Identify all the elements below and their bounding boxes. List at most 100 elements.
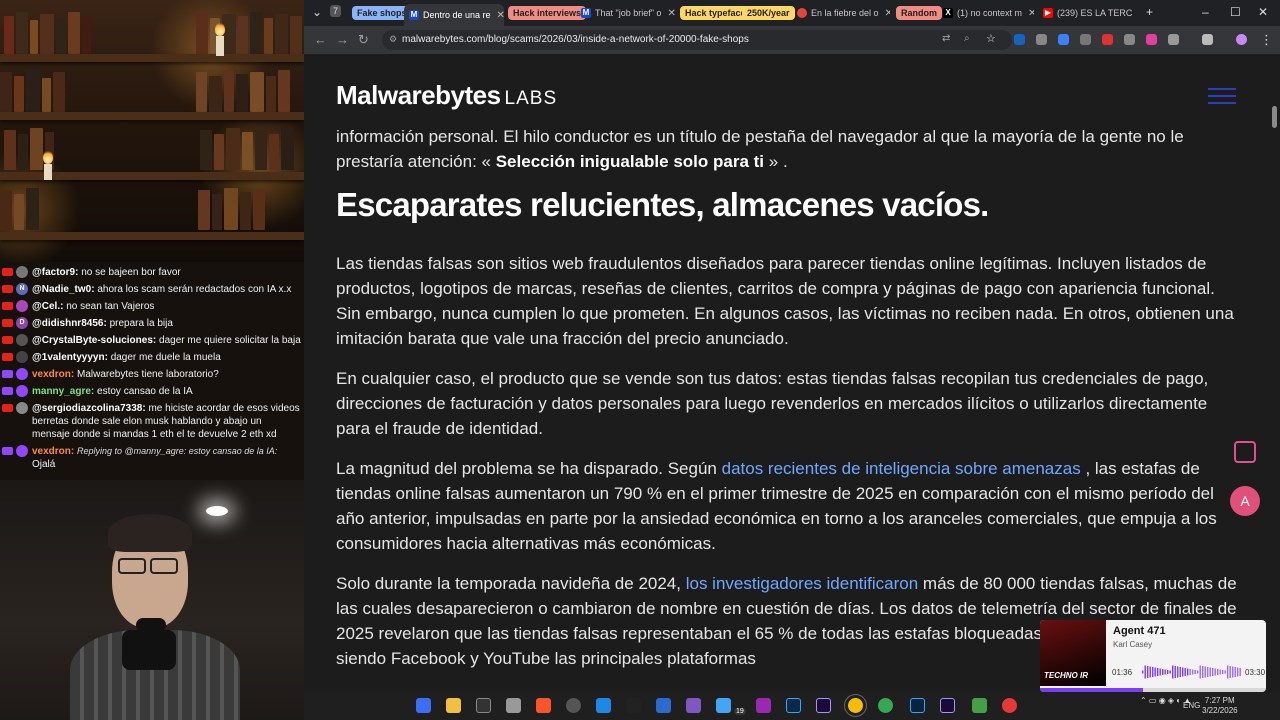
waveform[interactable] — [1142, 665, 1242, 679]
tab-active-article[interactable]: M Dentro de una re ✕ — [404, 4, 504, 26]
tab-group-random[interactable]: Random — [896, 6, 942, 20]
tab-job-brief[interactable]: M That "job brief" o ✕ — [576, 4, 676, 22]
threat-intel-link[interactable]: datos recientes de inteligencia sobre am… — [722, 459, 1081, 478]
browser-toolbar: ← → ↻ ⚙ malwarebytes.com/blog/scams/2026… — [304, 26, 1280, 54]
ai-widget-icon[interactable] — [1234, 441, 1256, 463]
profile-avatar-icon[interactable] — [1236, 34, 1247, 45]
total-time: 03:30 — [1245, 668, 1266, 677]
extensions-puzzle-icon[interactable] — [1168, 34, 1179, 45]
waveform-bar — [1214, 668, 1216, 676]
researchers-link[interactable]: los investigadores identificaron — [686, 574, 918, 593]
todo-icon[interactable] — [716, 698, 731, 713]
scrollbar[interactable] — [1270, 56, 1278, 690]
site-info-icon[interactable]: ⚙ — [389, 34, 397, 45]
waveform-bar — [1152, 667, 1154, 677]
extension-icon[interactable] — [1124, 34, 1135, 45]
now-playing-widget: TECHNO IR Agent 471 Karl Casey 01:36 03:… — [1040, 620, 1266, 692]
waveform-bar — [1169, 670, 1171, 674]
tab-no-context[interactable]: X (1) no context m ✕ — [938, 4, 1034, 22]
chat-text: ahora los scam serán redactados con IA x… — [97, 284, 292, 295]
photoshop-icon[interactable] — [786, 698, 801, 713]
chrome-profile-icon[interactable] — [878, 698, 893, 713]
avatar — [16, 402, 28, 414]
reload-icon[interactable]: ↻ — [358, 32, 369, 48]
visual-studio-icon[interactable] — [686, 698, 701, 713]
waveform-bar — [1149, 666, 1151, 678]
brave-browser-icon[interactable] — [536, 698, 551, 713]
tab-fiebre[interactable]: En la fiebre del o ✕ — [792, 4, 890, 22]
hamburger-menu-icon[interactable] — [1208, 88, 1236, 108]
chat-text: estoy cansao de la IA — [97, 386, 193, 397]
chat-message: @1valentyyyyn: dager me duele la muela — [0, 349, 304, 366]
chat-text: dager me quiere solicitar la baja — [159, 335, 301, 346]
extension-icon[interactable] — [1058, 34, 1069, 45]
sidebar-icon[interactable] — [1202, 34, 1213, 45]
waveform-bar — [1147, 666, 1149, 678]
vscode-icon[interactable] — [596, 698, 611, 713]
chat-message: @sergiodiazcolina7338: me hiciste acorda… — [0, 400, 304, 443]
twitch-icon — [2, 387, 13, 395]
chrome-icon[interactable] — [844, 694, 867, 717]
intro-paragraph: información personal. El hilo conductor … — [336, 124, 1241, 174]
app-icon[interactable] — [656, 698, 671, 713]
zoom-icon[interactable]: ⌕ — [964, 33, 970, 44]
app-icon[interactable] — [626, 698, 641, 713]
waveform-bar — [1202, 666, 1204, 678]
clock[interactable]: 7:27 PM 3/22/2026 — [1202, 696, 1238, 716]
bookshelf-background — [0, 0, 304, 262]
lightroom-icon[interactable] — [910, 698, 925, 713]
close-tab-icon[interactable]: ✕ — [667, 8, 675, 19]
tab-strip: ⌄ 7 Fake shops M Dentro de una re ✕ Hack… — [304, 0, 1280, 26]
waveform-bar — [1209, 667, 1211, 677]
close-tab-icon[interactable]: ✕ — [1028, 8, 1034, 19]
app-icon[interactable] — [1002, 698, 1017, 713]
extension-icon[interactable] — [1036, 34, 1047, 45]
extension-icon[interactable] — [1014, 34, 1025, 45]
current-time: 01:36 — [1112, 668, 1133, 677]
site-logo[interactable]: Malwarebytes LABS — [336, 80, 557, 111]
extension-icon[interactable] — [1146, 34, 1157, 45]
file-explorer-icon[interactable] — [446, 698, 461, 713]
after-effects-icon[interactable] — [816, 698, 831, 713]
avatar — [16, 368, 28, 380]
app-icon[interactable] — [972, 698, 987, 713]
close-window-icon[interactable]: ✕ — [1258, 5, 1268, 19]
tab-youtube[interactable]: ▶ (239) ES LA TERC ✕ — [1038, 4, 1138, 22]
search-icon[interactable] — [416, 698, 431, 713]
minimize-icon[interactable]: – — [1202, 5, 1209, 19]
premiere-icon[interactable] — [940, 698, 955, 713]
track-artist: Karl Casey — [1113, 640, 1153, 649]
translate-widget-icon[interactable]: A — [1230, 486, 1260, 516]
back-icon[interactable]: ← — [314, 32, 327, 47]
close-tab-icon[interactable]: ✕ — [885, 8, 890, 19]
app-icon[interactable] — [756, 698, 771, 713]
chat-username: @Nadie_tw0: — [32, 284, 95, 295]
obs-icon[interactable] — [566, 698, 581, 713]
bookmark-star-icon[interactable]: ☆ — [986, 32, 996, 45]
chat-text: no sean tan Vajeros — [66, 301, 155, 312]
waveform-bar — [1194, 670, 1196, 674]
waveform-bar — [1174, 666, 1176, 678]
tab-search-icon[interactable]: ⌄ — [312, 5, 322, 19]
menu-kebab-icon[interactable]: ⋮ — [1260, 32, 1273, 48]
extension-icon[interactable] — [1102, 34, 1113, 45]
terminal-icon[interactable] — [476, 698, 491, 713]
close-tab-icon[interactable]: ✕ — [497, 10, 504, 21]
app-icon[interactable] — [506, 698, 521, 713]
intro-bold-quote: Selección inigualable solo para ti — [495, 152, 765, 171]
tab-group-250k[interactable]: 250K/year — [742, 6, 795, 20]
language-indicator[interactable]: ENG — [1183, 701, 1200, 710]
collapsed-group-icon[interactable]: 7 — [330, 5, 342, 17]
forward-icon[interactable]: → — [336, 32, 349, 47]
tab-group-fake-shops[interactable]: Fake shops — [352, 6, 412, 20]
tab-group-hack-interviews[interactable]: Hack interviews — [508, 6, 587, 20]
extension-icon[interactable] — [1080, 34, 1091, 45]
new-tab-button[interactable]: + — [1146, 5, 1153, 19]
maximize-icon[interactable]: ☐ — [1230, 5, 1241, 19]
address-bar[interactable]: ⚙ malwarebytes.com/blog/scams/2026/03/in… — [382, 30, 1012, 50]
live-chat: @factor9: no se bajeen bor favor N @Nadie_… — [0, 264, 304, 480]
scrollbar-thumb[interactable] — [1272, 106, 1277, 128]
paragraph-2: En cualquier caso, el producto que se ve… — [336, 369, 1209, 438]
translate-icon[interactable]: ⇄ — [942, 33, 950, 44]
tab-group-hack-typeface[interactable]: Hack typeface — [680, 6, 751, 20]
